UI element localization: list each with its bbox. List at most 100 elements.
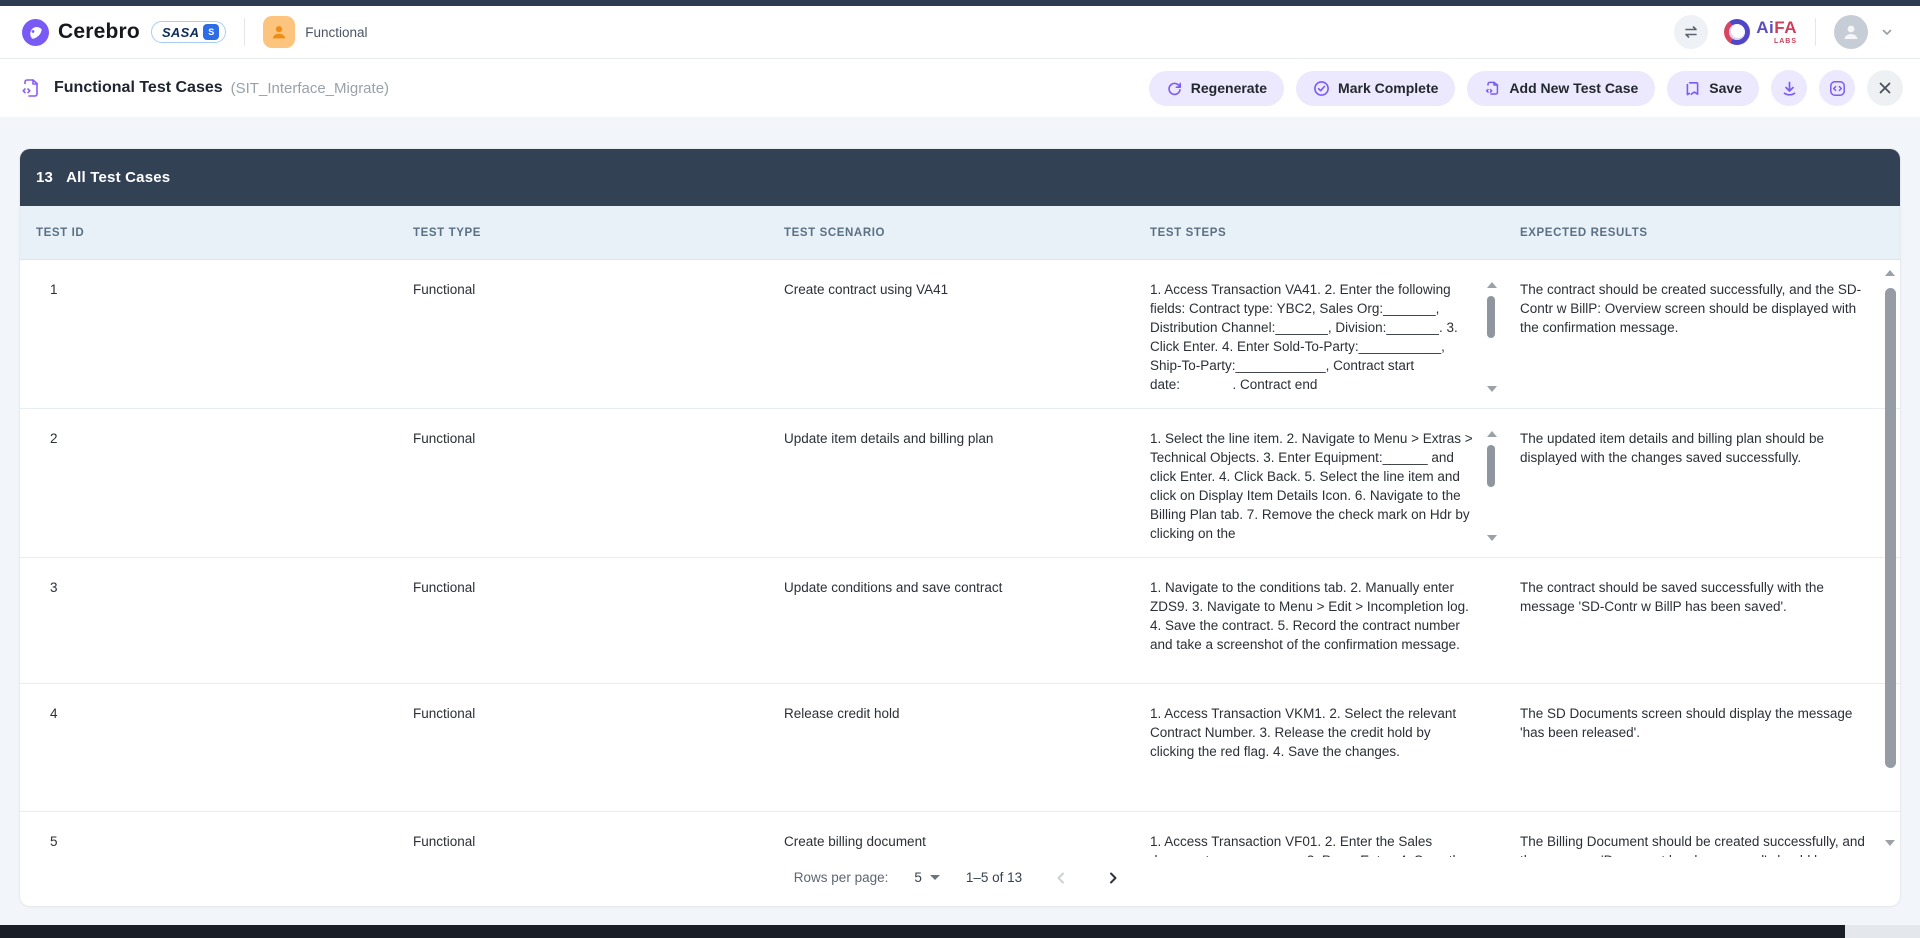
cell-test-id: 1 (20, 260, 383, 408)
cell-expected-results: The updated item details and billing pla… (1520, 429, 1872, 467)
swap-button[interactable] (1674, 15, 1708, 49)
cell-test-id: 2 (20, 409, 383, 557)
regenerate-button[interactable]: Regenerate (1149, 71, 1284, 106)
toolbar: Functional Test Cases (SIT_Interface_Mig… (0, 59, 1920, 117)
rows-per-page-value: 5 (914, 870, 922, 885)
download-button[interactable] (1771, 70, 1807, 106)
cell-test-id: 3 (20, 558, 383, 683)
cell-test-steps: 1. Access Transaction VKM1. 2. Select th… (1150, 704, 1502, 761)
test-steps-text: 1. Select the line item. 2. Navigate to … (1150, 429, 1476, 543)
close-icon (1877, 80, 1893, 96)
add-new-test-case-button[interactable]: Add New Test Case (1467, 71, 1655, 106)
column-header-test-id: Test ID (20, 227, 383, 239)
cell-expected-results: The contract should be created successfu… (1520, 280, 1872, 337)
page-title: Functional Test Cases (54, 79, 223, 97)
test-steps-text: 1. Access Transaction VF01. 2. Enter the… (1150, 832, 1476, 857)
code-icon (1828, 79, 1847, 98)
cell-test-scenario: Release credit hold (754, 684, 1120, 811)
cell-test-scenario: Update conditions and save contract (754, 558, 1120, 683)
steps-scrollbar[interactable] (1486, 282, 1496, 392)
user-menu-chevron-icon[interactable] (1880, 25, 1894, 39)
cell-test-id: 4 (20, 684, 383, 811)
cell-test-scenario: Update item details and billing plan (754, 409, 1120, 557)
check-circle-icon (1313, 80, 1330, 97)
select-caret-icon (930, 875, 940, 880)
user-avatar[interactable] (1834, 15, 1868, 49)
table-header-row: Test ID Test Type Test Scenario Test Ste… (20, 206, 1900, 260)
table-row: 3 Functional Update conditions and save … (20, 558, 1900, 684)
cell-test-scenario: Create billing document (754, 812, 1120, 857)
aifa-logo-icon (1724, 19, 1750, 45)
add-new-test-case-label: Add New Test Case (1509, 80, 1638, 96)
workspace-label: Functional (305, 25, 367, 40)
table-row: 1 Functional Create contract using VA41 … (20, 260, 1900, 409)
test-steps-text: 1. Access Transaction VKM1. 2. Select th… (1150, 704, 1476, 761)
scroll-down-icon[interactable] (1487, 386, 1497, 392)
aifa-labs-logo: AiFA LABS (1724, 19, 1797, 45)
scroll-down-icon[interactable] (1885, 840, 1895, 846)
column-header-test-steps: Test Steps (1120, 227, 1490, 239)
save-button[interactable]: Save (1667, 71, 1759, 106)
column-header-expected-results: Expected Results (1490, 227, 1900, 239)
horizontal-scrollbar[interactable] (0, 925, 1920, 938)
cell-test-type: Functional (383, 558, 754, 683)
app-header: Cerebro SASA S Functional AiFA LABS (0, 6, 1920, 59)
cell-expected-results: The contract should be saved successfull… (1520, 578, 1872, 616)
header-divider (244, 18, 245, 46)
add-test-case-icon (1484, 80, 1501, 97)
card-title: All Test Cases (66, 169, 170, 186)
rows-per-page-select[interactable]: 5 (914, 870, 940, 885)
cell-test-type: Functional (383, 684, 754, 811)
cerebro-logo-icon (22, 19, 49, 46)
card-titlebar: 13 All Test Cases (20, 149, 1900, 206)
mark-complete-button[interactable]: Mark Complete (1296, 71, 1455, 106)
save-label: Save (1709, 80, 1742, 96)
brand-name: Cerebro (58, 20, 140, 44)
cell-test-id: 5 (20, 812, 383, 857)
cell-test-steps: 1. Navigate to the conditions tab. 2. Ma… (1150, 578, 1502, 654)
previous-page-button[interactable] (1048, 865, 1074, 891)
scrollbar-thumb[interactable] (1487, 296, 1495, 338)
download-icon (1780, 79, 1799, 98)
close-button[interactable] (1867, 70, 1903, 106)
brand: Cerebro SASA S (22, 19, 226, 46)
workspace-avatar-icon (263, 16, 295, 48)
scroll-up-icon[interactable] (1487, 282, 1497, 288)
test-case-file-icon (20, 77, 42, 99)
page-subtitle: (SIT_Interface_Migrate) (231, 80, 389, 97)
refresh-icon (1166, 80, 1183, 97)
test-steps-text: 1. Access Transaction VA41. 2. Enter the… (1150, 280, 1476, 394)
save-bookmark-icon (1684, 80, 1701, 97)
cell-test-steps: 1. Access Transaction VA41. 2. Enter the… (1150, 280, 1502, 394)
scroll-up-icon[interactable] (1487, 431, 1497, 437)
cell-test-scenario: Create contract using VA41 (754, 260, 1120, 408)
code-view-button[interactable] (1819, 70, 1855, 106)
horizontal-scrollbar-thumb[interactable] (0, 925, 1845, 938)
cell-test-type: Functional (383, 812, 754, 857)
rows-per-page-label: Rows per page: (794, 870, 889, 885)
test-cases-card: 13 All Test Cases Test ID Test Type Test… (20, 149, 1900, 906)
steps-scrollbar[interactable] (1486, 431, 1496, 541)
scrollbar-thumb[interactable] (1487, 445, 1495, 487)
table-row: 4 Functional Release credit hold 1. Acce… (20, 684, 1900, 812)
table-row: 5 Functional Create billing document 1. … (20, 812, 1900, 857)
table-body: 1 Functional Create contract using VA41 … (20, 260, 1900, 857)
cell-test-type: Functional (383, 409, 754, 557)
column-header-test-type: Test Type (383, 227, 754, 239)
pagination: Rows per page: 5 1–5 of 13 (20, 857, 1900, 898)
scrollbar-thumb[interactable] (1885, 288, 1896, 768)
regenerate-label: Regenerate (1191, 80, 1267, 96)
mark-complete-label: Mark Complete (1338, 80, 1438, 96)
scroll-up-icon[interactable] (1885, 270, 1895, 276)
cell-expected-results: The Billing Document should be created s… (1520, 832, 1872, 857)
table-body-scrollbar[interactable] (1884, 260, 1897, 857)
sasa-badge: SASA S (151, 21, 226, 43)
pagination-range: 1–5 of 13 (966, 870, 1022, 885)
cell-test-type: Functional (383, 260, 754, 408)
test-steps-text: 1. Navigate to the conditions tab. 2. Ma… (1150, 578, 1476, 654)
cell-test-steps: 1. Access Transaction VF01. 2. Enter the… (1150, 832, 1502, 857)
table-row: 2 Functional Update item details and bil… (20, 409, 1900, 558)
sasa-badge-label: SASA (162, 25, 199, 40)
next-page-button[interactable] (1100, 865, 1126, 891)
scroll-down-icon[interactable] (1487, 535, 1497, 541)
